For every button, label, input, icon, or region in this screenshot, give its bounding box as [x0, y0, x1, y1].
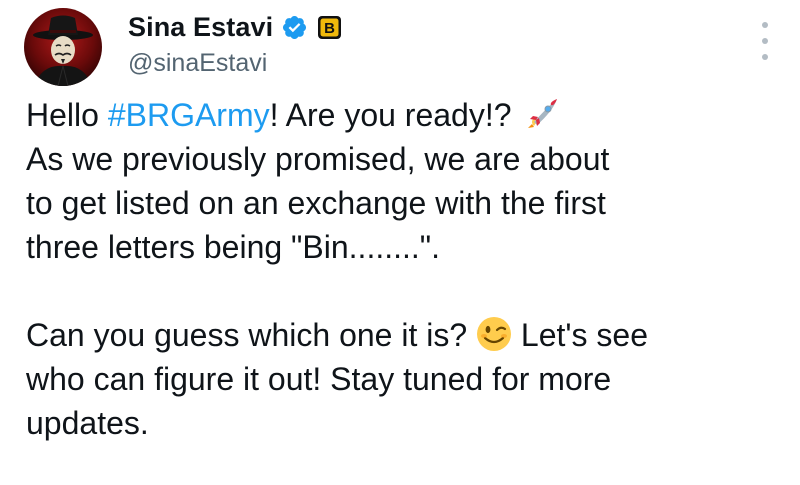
tweet-text: Hello #BRGArmy! Are you ready!? As we pr…: [26, 93, 776, 445]
winking-face-emoji: [476, 316, 512, 352]
more-dot: [762, 38, 768, 44]
tweet-card: Sina Estavi B @sinaEstavi Hello #BRGArmy…: [0, 0, 800, 485]
rocket-emoji: [524, 96, 560, 132]
tweet-text-segment: Can you guess which one it is?: [26, 317, 477, 353]
tweet-line: to get listed on an exchange with the fi…: [26, 185, 606, 221]
tweet-line: who can figure it out! Stay tuned for mo…: [26, 361, 612, 397]
tweet-text-segment: Let's see: [512, 317, 648, 353]
tweet-text-segment: Hello: [26, 97, 108, 133]
more-dot: [762, 54, 768, 60]
author-display-name[interactable]: Sina Estavi: [128, 12, 273, 43]
tweet-line: As we previously promised, we are about: [26, 141, 610, 177]
tweet-line: updates.: [26, 405, 149, 441]
more-dot: [762, 22, 768, 28]
verified-checkmark-icon[interactable]: [281, 14, 308, 41]
author-handle[interactable]: @sinaEstavi: [128, 49, 342, 78]
brg-badge-icon[interactable]: B: [317, 15, 342, 40]
avatar[interactable]: [24, 8, 102, 86]
name-row: Sina Estavi B: [128, 11, 342, 45]
tweet-line: Can you guess which one it is? Let's see: [26, 313, 776, 357]
tweet-line: three letters being "Bin........".: [26, 229, 441, 265]
tweet-header: Sina Estavi B @sinaEstavi: [24, 6, 342, 88]
avatar-image: [24, 8, 102, 86]
hashtag-link[interactable]: #BRGArmy: [108, 97, 270, 133]
tweet-text-segment: ! Are you ready!?: [269, 97, 521, 133]
svg-text:B: B: [324, 20, 335, 37]
more-options-icon[interactable]: [754, 22, 776, 60]
tweet-line: Hello #BRGArmy! Are you ready!?: [26, 93, 776, 137]
author-info: Sina Estavi B @sinaEstavi: [128, 11, 342, 78]
